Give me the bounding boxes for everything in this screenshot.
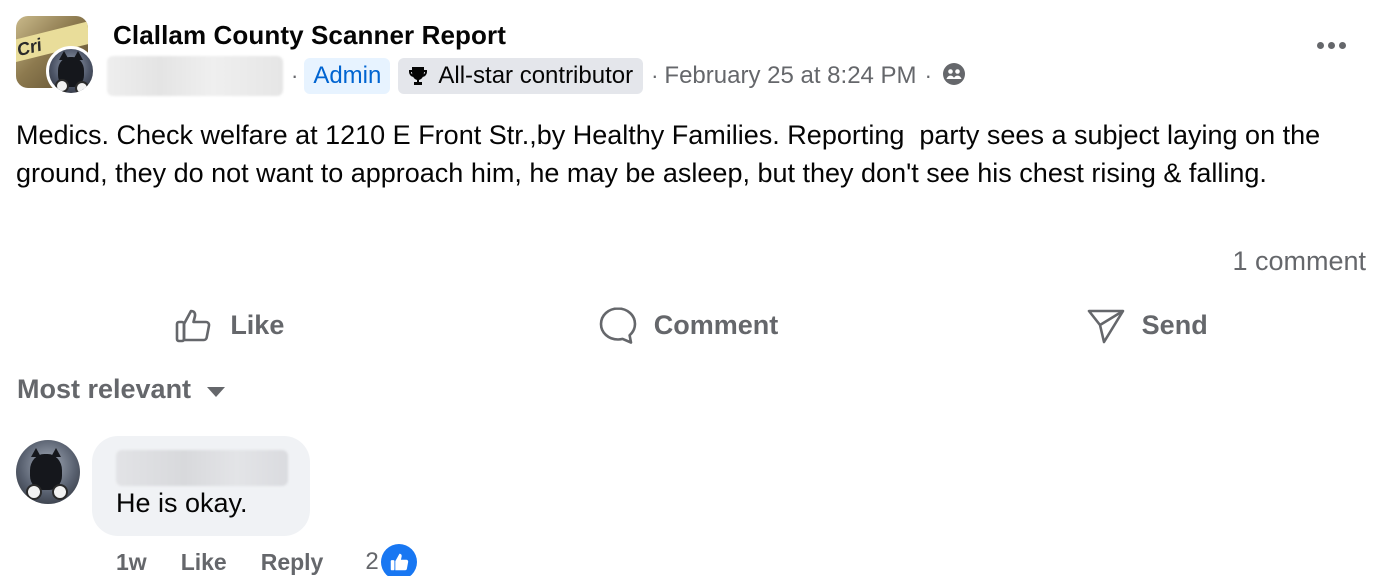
send-icon	[1087, 309, 1124, 344]
commenter-avatar[interactable]	[16, 440, 80, 504]
paw-shape	[26, 484, 42, 500]
allstar-badge-label: All-star contributor	[438, 62, 634, 89]
poster-avatar[interactable]	[46, 46, 96, 96]
comment-bubble: He is okay.	[92, 436, 310, 536]
send-label: Send	[1141, 309, 1208, 340]
post-timestamp[interactable]: February 25 at 8:24 PM	[664, 62, 916, 90]
friends-audience-icon[interactable]	[942, 62, 966, 91]
comment-button[interactable]: Comment	[459, 300, 918, 350]
paw-shape	[75, 81, 89, 93]
thumbs-up-icon	[176, 309, 211, 343]
caret-down-icon	[207, 387, 226, 397]
comment-text: He is okay.	[116, 488, 248, 518]
more-options-icon[interactable]	[1317, 42, 1346, 49]
more-dot	[1317, 42, 1324, 49]
paw-shape	[52, 484, 68, 500]
send-button[interactable]: Send	[917, 300, 1376, 350]
comment-sort-dropdown[interactable]: Most relevant	[17, 374, 226, 405]
redacted-poster-name[interactable]	[107, 56, 283, 96]
speech-bubble-icon	[599, 307, 637, 344]
post-body-text: Medics. Check welfare at 1210 E Front St…	[16, 120, 1328, 188]
like-reaction-icon[interactable]	[380, 544, 417, 576]
paw-shape	[55, 79, 69, 93]
redacted-commenter-name[interactable]	[116, 450, 288, 486]
like-label: Like	[230, 309, 285, 340]
more-dot	[1339, 42, 1346, 49]
reaction-count[interactable]: 2	[365, 548, 378, 576]
comment-age[interactable]: 1w	[116, 549, 147, 576]
comment-like-button[interactable]: Like	[181, 549, 227, 576]
allstar-contributor-badge[interactable]: All-star contributor	[398, 58, 644, 94]
post-meta-row: · Admin All-star contributor · February …	[107, 56, 966, 96]
post-header: Cri Clallam County Scanner Report · Admi…	[16, 16, 1360, 100]
trophy-icon	[409, 67, 428, 85]
comment-label: Comment	[653, 309, 779, 340]
meta-separator: ·	[651, 63, 659, 88]
comment-reply-button[interactable]: Reply	[261, 549, 324, 576]
comment-count-link[interactable]: 1 comment	[1232, 246, 1366, 277]
like-button[interactable]: Like	[0, 300, 459, 350]
admin-badge[interactable]: Admin	[304, 58, 391, 94]
post-action-bar: Like Comment Send	[0, 300, 1376, 350]
meta-separator: ·	[924, 63, 932, 88]
comment-actions-row: 1w Like Reply 2	[116, 544, 417, 576]
sort-label: Most relevant	[17, 374, 192, 404]
meta-separator: ·	[291, 63, 299, 88]
more-dot	[1328, 42, 1335, 49]
group-name-link[interactable]: Clallam County Scanner Report	[113, 20, 506, 51]
